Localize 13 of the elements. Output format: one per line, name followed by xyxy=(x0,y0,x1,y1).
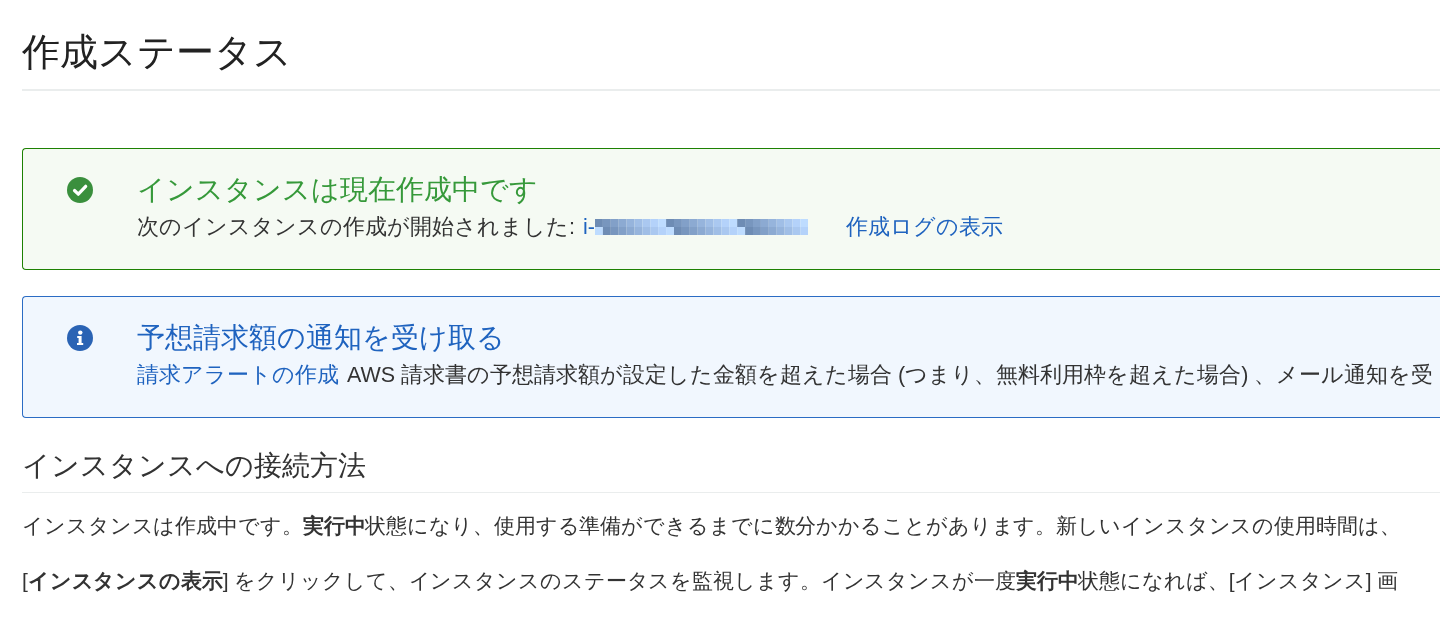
link[interactable]: i- xyxy=(583,212,808,242)
body-paragraph: [インスタンスの表示] をクリックして、インスタンスのステータスを監視します。インスタンスが一度実行中状態になれば、[インスタンス] 画 xyxy=(22,568,1399,594)
alert-description: 次のインスタンスの作成が開始されました: xyxy=(137,214,575,241)
page-title: 作成ステータス xyxy=(22,30,292,75)
link[interactable]: 請求アラートの作成 xyxy=(137,360,339,390)
info-icon xyxy=(67,325,93,351)
link[interactable]: 作成ログの表示 xyxy=(845,212,1003,242)
alert-description: AWS 請求書の予想請求額が設定した金額を超えた場合 (つまり、無料利用枠を超えた場合) 、メール通知を受 xyxy=(347,362,1434,389)
check-circle-icon xyxy=(67,177,93,203)
alert-title: インスタンスは現在作成中です xyxy=(137,173,539,207)
alert-title: 予想請求額の通知を受け取る xyxy=(137,321,506,355)
section-heading: インスタンスへの接続方法 xyxy=(22,449,366,483)
body-paragraph: インスタンスは作成中です。実行中状態になり、使用する準備ができるまでに数分かかることがあります。新しいインスタンスの使用時間は、 xyxy=(22,513,1401,539)
